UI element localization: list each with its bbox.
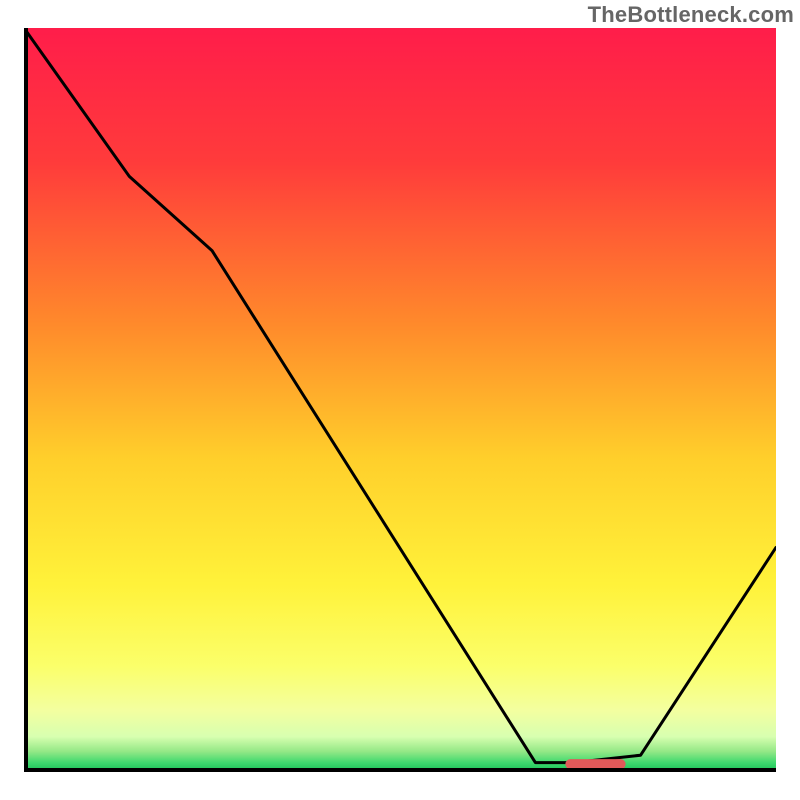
gradient-background	[24, 28, 776, 770]
watermark-text: TheBottleneck.com	[588, 2, 794, 28]
bottleneck-chart-svg	[24, 28, 776, 776]
chart-frame: TheBottleneck.com	[0, 0, 800, 800]
plot-area	[24, 28, 776, 776]
optimum-marker	[565, 759, 625, 769]
